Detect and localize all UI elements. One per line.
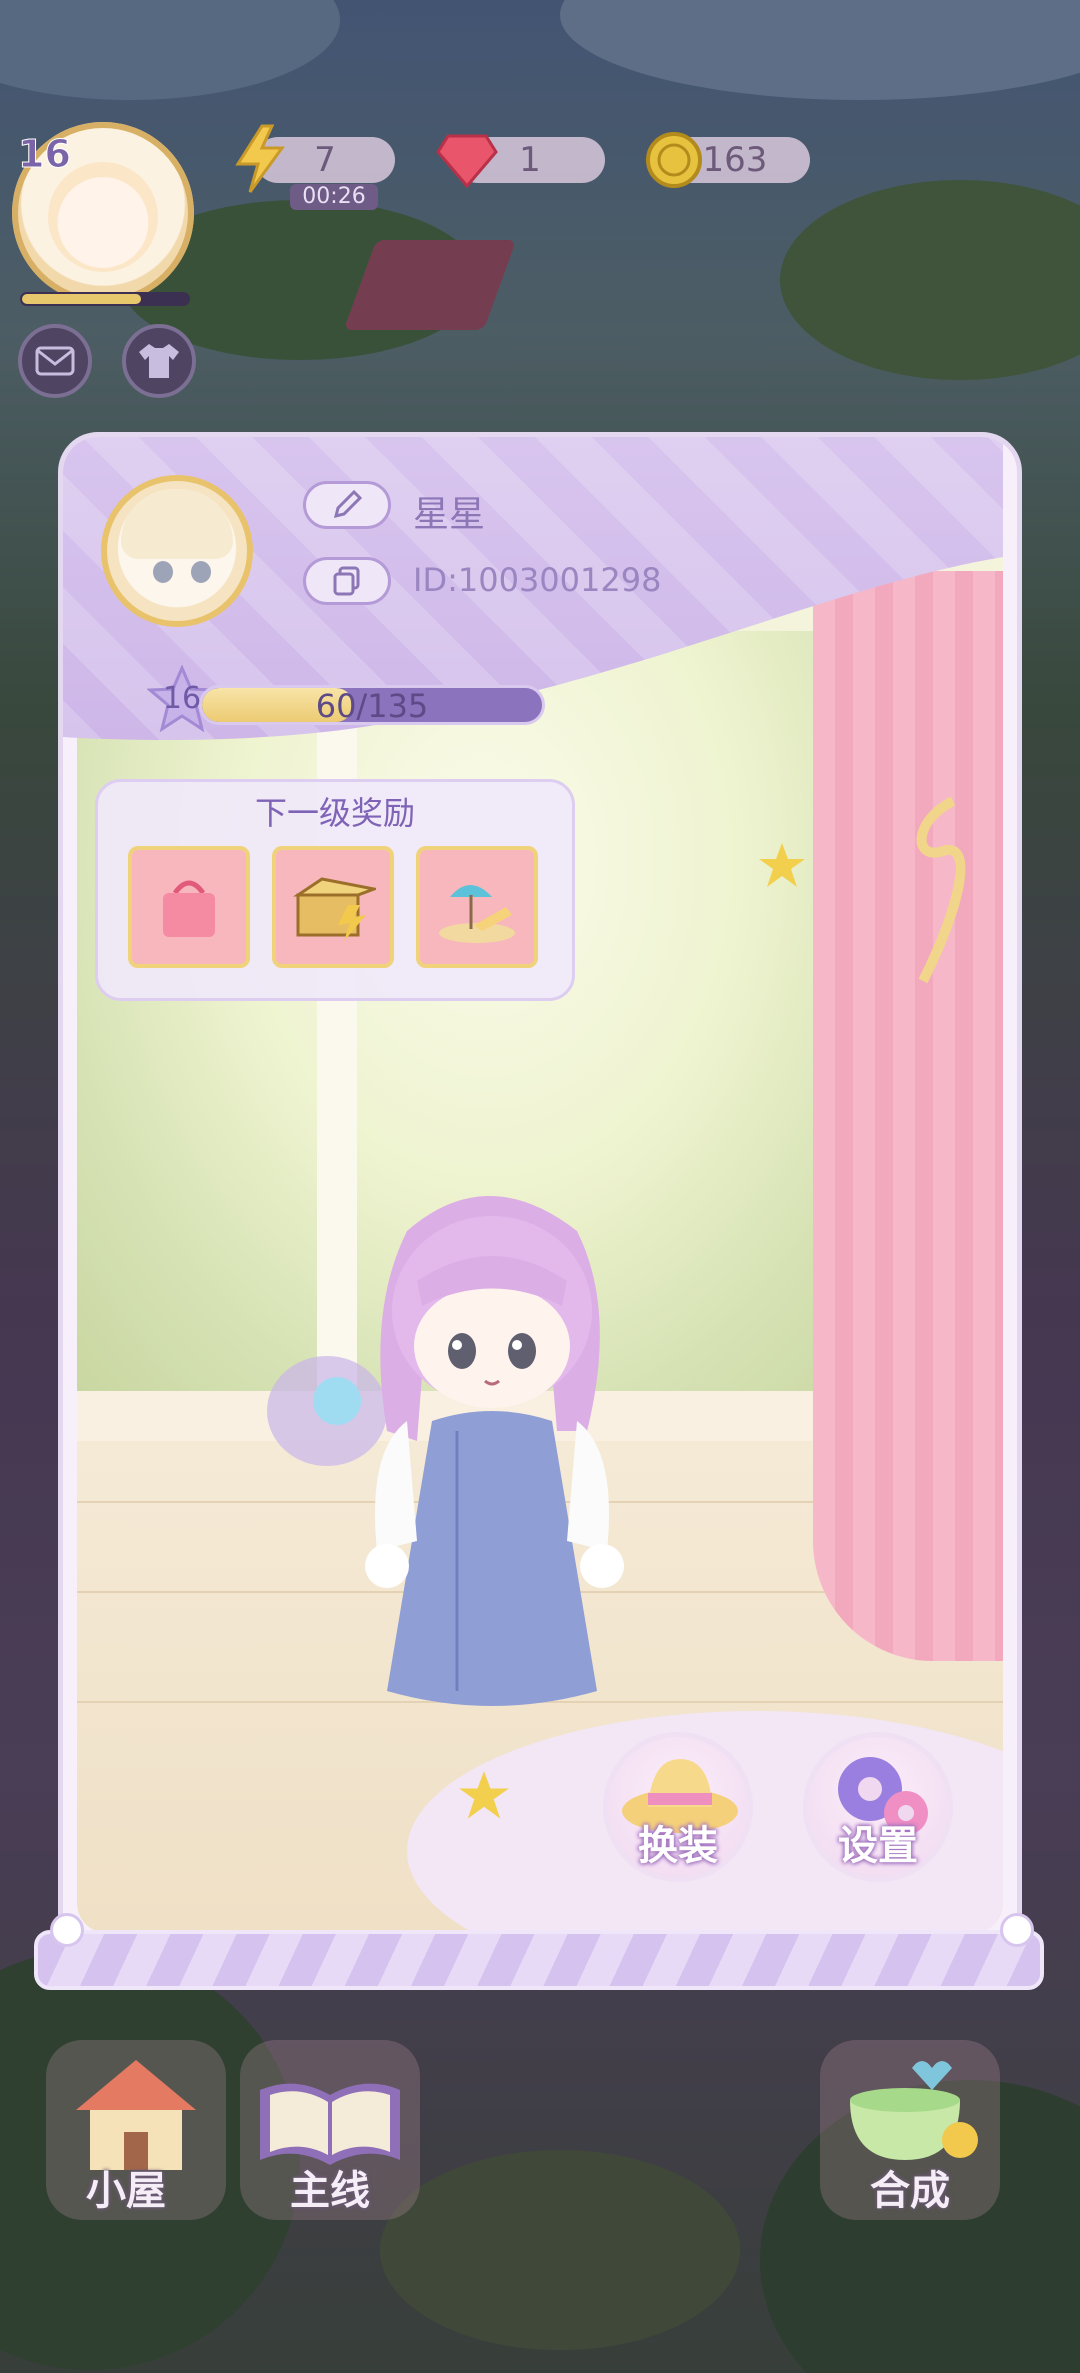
copy-id-button[interactable] <box>303 557 391 605</box>
dress-up-button[interactable]: 换装 <box>603 1732 753 1882</box>
player-id: ID:1003001298 <box>413 561 662 599</box>
energy-value: 7 <box>314 140 336 180</box>
energy-timer: 00:26 <box>290 184 378 210</box>
mail-icon <box>35 346 75 376</box>
reward-item-beach[interactable] <box>416 846 538 968</box>
dress-up-label: 换装 <box>638 1823 718 1869</box>
next-level-rewards: 下一级奖励 <box>95 779 575 1001</box>
nav-house-label: 小屋 <box>86 2168 166 2214</box>
settings-label: 设置 <box>838 1823 918 1869</box>
edit-name-button[interactable] <box>303 481 391 529</box>
curtain <box>813 571 1003 1661</box>
pencil-icon <box>333 489 363 519</box>
coin-value: 163 <box>702 140 768 180</box>
profile-avatar[interactable] <box>101 475 253 627</box>
coin-icon <box>646 132 702 188</box>
copy-icon <box>333 566 360 596</box>
settings-button[interactable]: 设置 <box>803 1732 953 1882</box>
treasure-box-icon <box>293 877 376 941</box>
player-name: 星星 <box>413 494 486 535</box>
reward-item-bag[interactable] <box>128 846 250 968</box>
sparkle-star-icon <box>759 843 805 887</box>
xp-progress-bar: 60/135 <box>199 685 545 725</box>
gem-value: 1 <box>519 140 541 180</box>
profile-panel: 星星 ID:1003001298 16 60/135 下一级奖励 换装 设置 <box>58 432 1022 1952</box>
mail-button[interactable] <box>18 324 92 398</box>
reward-item-box[interactable] <box>272 846 394 968</box>
panel-footer-bar <box>34 1930 1044 1990</box>
wardrobe-button[interactable] <box>122 324 196 398</box>
lightning-icon <box>235 124 285 193</box>
rewards-title: 下一级奖励 <box>254 794 415 832</box>
curtain-ribbon <box>916 796 966 984</box>
gem-icon <box>436 134 498 188</box>
player-level: 16 <box>18 132 72 177</box>
pink-bag-icon <box>163 880 215 937</box>
nav-merge-label: 合成 <box>870 2168 950 2214</box>
beach-chair-icon <box>439 885 515 943</box>
player-exp-bar <box>20 292 190 306</box>
floor-star-icon <box>459 1771 509 1819</box>
shirt-icon <box>139 344 179 378</box>
xp-text: 60/135 <box>315 687 429 725</box>
character-avatar[interactable] <box>257 1171 717 1731</box>
nav-main-story-label: 主线 <box>290 2168 370 2214</box>
